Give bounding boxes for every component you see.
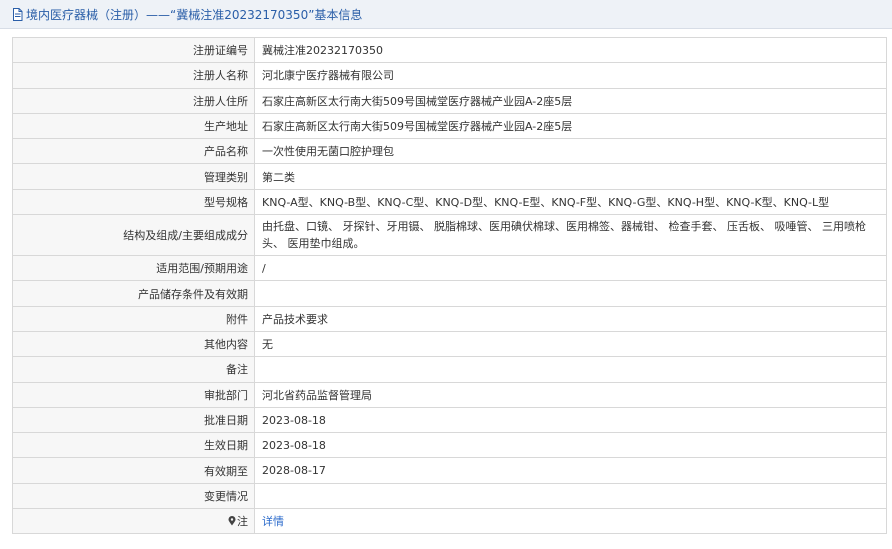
field-label: 注册人住所: [12, 87, 255, 114]
field-value: 河北省药品监督管理局: [254, 381, 887, 408]
field-value: 2023-08-18: [254, 406, 887, 434]
field-label: 生产地址: [12, 112, 255, 140]
field-value: KNQ-A型、KNQ-B型、KNQ-C型、KNQ-D型、KNQ-E型、KNQ-F…: [254, 188, 887, 216]
map-pin-icon: [228, 516, 236, 529]
field-label: 注册人名称: [12, 62, 255, 89]
field-value: [254, 356, 887, 383]
field-value: 河北康宁医疗器械有限公司: [254, 62, 887, 89]
table-row: 生产地址 石家庄高新区太行南大街509号国械堂医疗器械产业园A-2座5层: [12, 112, 887, 140]
field-label: 产品储存条件及有效期: [12, 280, 255, 307]
table-row: 批准日期 2023-08-18: [12, 406, 887, 434]
table-row: 产品储存条件及有效期: [12, 280, 887, 307]
field-label: 审批部门: [12, 381, 255, 408]
field-value: 石家庄高新区太行南大街509号国械堂医疗器械产业园A-2座5层: [254, 87, 887, 114]
field-label: 批准日期: [12, 406, 255, 434]
field-label: 产品名称: [12, 138, 255, 165]
field-label: 适用范围/预期用途: [12, 255, 255, 282]
field-value: 无: [254, 330, 887, 358]
device-info-table: 注册证编号 冀械注准20232170350 注册人名称 河北康宁医疗器械有限公司…: [12, 36, 887, 535]
field-label: 备注: [12, 356, 255, 383]
table-row: 附件 产品技术要求: [12, 305, 887, 332]
field-label: 有效期至: [12, 457, 255, 484]
table-row: 结构及组成/主要组成成分 由托盘、口镜、 牙探针、牙用镊、 脱脂棉球、医用碘伏棉…: [12, 214, 887, 257]
page-header: 境内医疗器械（注册）——“冀械注准20232170350”基本信息: [0, 0, 892, 29]
field-label: 型号规格: [12, 188, 255, 216]
table-row: 注册人住所 石家庄高新区太行南大街509号国械堂医疗器械产业园A-2座5层: [12, 87, 887, 114]
field-label: 注册证编号: [12, 36, 255, 64]
page-title: 境内医疗器械（注册）——“冀械注准20232170350”基本信息: [26, 7, 363, 22]
field-value: 石家庄高新区太行南大街509号国械堂医疗器械产业园A-2座5层: [254, 112, 887, 140]
field-label: 生效日期: [12, 432, 255, 459]
table-row: 适用范围/预期用途 /: [12, 255, 887, 282]
table-row: 其他内容 无: [12, 330, 887, 358]
table-row: 型号规格 KNQ-A型、KNQ-B型、KNQ-C型、KNQ-D型、KNQ-E型、…: [12, 188, 887, 216]
table-row: 有效期至 2028-08-17: [12, 457, 887, 484]
field-label: 变更情况: [12, 482, 255, 510]
field-value: 由托盘、口镜、 牙探针、牙用镊、 脱脂棉球、医用碘伏棉球、医用棉签、器械钳、 检…: [254, 214, 887, 257]
field-value: 2028-08-17: [254, 457, 887, 484]
info-table-container: 注册证编号 冀械注准20232170350 注册人名称 河北康宁医疗器械有限公司…: [12, 36, 887, 535]
field-label: 管理类别: [12, 163, 255, 190]
field-value: 产品技术要求: [254, 305, 887, 332]
table-row: 注 详情: [12, 508, 887, 535]
field-value: /: [254, 255, 887, 282]
field-value: 2023-08-18: [254, 432, 887, 459]
field-label: 附件: [12, 305, 255, 332]
table-row: 注册证编号 冀械注准20232170350: [12, 36, 887, 64]
table-row: 注册人名称 河北康宁医疗器械有限公司: [12, 62, 887, 89]
note-label: 注: [237, 515, 248, 529]
field-label: 结构及组成/主要组成成分: [12, 214, 255, 257]
field-value: [254, 280, 887, 307]
field-value: 第二类: [254, 163, 887, 190]
document-icon: [12, 7, 23, 21]
field-value: [254, 482, 887, 510]
details-link[interactable]: 详情: [262, 515, 284, 528]
field-label: 其他内容: [12, 330, 255, 358]
field-value: 详情: [254, 508, 887, 535]
table-row: 生效日期 2023-08-18: [12, 432, 887, 459]
table-row: 审批部门 河北省药品监督管理局: [12, 381, 887, 408]
field-label-note: 注: [12, 508, 255, 535]
table-row: 变更情况: [12, 482, 887, 510]
field-value: 一次性使用无菌口腔护理包: [254, 138, 887, 165]
table-row: 产品名称 一次性使用无菌口腔护理包: [12, 138, 887, 165]
table-row: 管理类别 第二类: [12, 163, 887, 190]
field-value: 冀械注准20232170350: [254, 36, 887, 64]
table-row: 备注: [12, 356, 887, 383]
